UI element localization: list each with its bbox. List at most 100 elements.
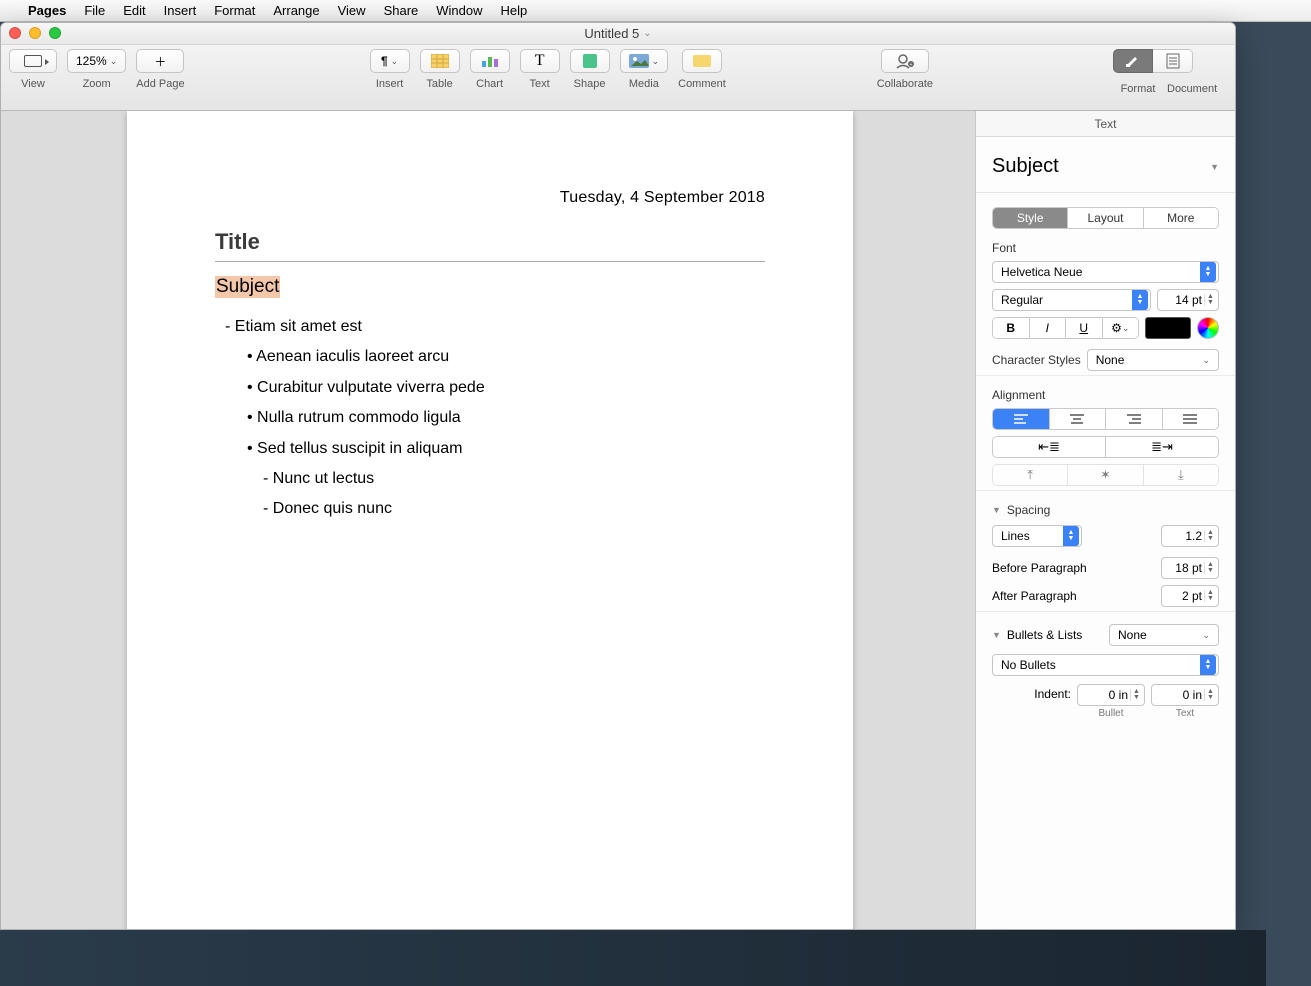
- media-label: Media: [629, 78, 659, 90]
- table-button[interactable]: [420, 49, 460, 73]
- insert-label: Insert: [376, 78, 404, 90]
- insert-button[interactable]: ¶⌄: [370, 49, 410, 73]
- menu-format[interactable]: Format: [214, 3, 255, 18]
- horizontal-alignment: [992, 408, 1219, 430]
- document-button[interactable]: [1153, 49, 1193, 73]
- list-item[interactable]: Nunc ut lectus: [215, 464, 765, 494]
- zoom-label: Zoom: [83, 78, 111, 90]
- text-button[interactable]: T: [520, 49, 560, 73]
- before-paragraph-input[interactable]: 18 pt ▲▼: [1161, 557, 1219, 579]
- text-indent-caption: Text: [1151, 708, 1219, 719]
- align-center-icon: [1069, 413, 1085, 425]
- bullets-mode-select[interactable]: No Bullets ▲▼: [992, 654, 1219, 676]
- spacing-mode-select[interactable]: Lines ▲▼: [992, 525, 1082, 547]
- underline-button[interactable]: U: [1065, 318, 1102, 338]
- menu-edit[interactable]: Edit: [123, 3, 145, 18]
- format-button[interactable]: [1113, 49, 1153, 73]
- macos-menubar: Pages File Edit Insert Format Arrange Vi…: [0, 0, 1311, 22]
- indent-button[interactable]: ≣⇥: [1105, 437, 1218, 457]
- document-title[interactable]: Untitled 5 ⌄: [584, 26, 651, 41]
- menu-share[interactable]: Share: [384, 3, 419, 18]
- align-justify-button[interactable]: [1162, 409, 1219, 429]
- menu-app[interactable]: Pages: [28, 3, 66, 18]
- chart-button[interactable]: [470, 49, 510, 73]
- list-item[interactable]: Curabitur vulputate viverra pede: [215, 373, 765, 403]
- menu-arrange[interactable]: Arrange: [273, 3, 319, 18]
- list-text: Etiam sit amet est: [235, 318, 362, 335]
- subtab-layout[interactable]: Layout: [1067, 208, 1142, 228]
- chevron-down-icon[interactable]: ▼: [1210, 162, 1219, 172]
- list-item[interactable]: Aenean iaculis laoreet arcu: [215, 342, 765, 372]
- text-indent-input[interactable]: 0 in ▲▼: [1151, 684, 1219, 706]
- spacing-value-input[interactable]: 1.2 ▲▼: [1161, 525, 1219, 547]
- font-size-input[interactable]: 14 pt ▲▼: [1157, 289, 1219, 311]
- menu-insert[interactable]: Insert: [164, 3, 197, 18]
- italic-button[interactable]: I: [1029, 318, 1066, 338]
- disclosure-triangle-icon[interactable]: ▼: [992, 630, 1001, 640]
- list-item[interactable]: Nulla rutrum commodo ligula: [215, 403, 765, 433]
- font-weight-select[interactable]: Regular ▲▼: [992, 289, 1151, 311]
- bullet-indent-input[interactable]: 0 in ▲▼: [1077, 684, 1145, 706]
- view-button[interactable]: [9, 49, 57, 73]
- list-item[interactable]: Sed tellus suscipit in aliquam: [215, 434, 765, 464]
- stepper-icon[interactable]: ▲▼: [1204, 530, 1216, 542]
- chevron-down-icon: ⌄: [1202, 630, 1210, 641]
- menu-help[interactable]: Help: [501, 3, 528, 18]
- list-item[interactable]: Etiam sit amet est: [215, 312, 765, 342]
- svg-text:+: +: [909, 62, 912, 68]
- comment-button[interactable]: [682, 49, 722, 73]
- inspector-subtabs: Style Layout More: [992, 207, 1219, 229]
- window-minimize-button[interactable]: [29, 27, 41, 39]
- outdent-button[interactable]: ⇤≣: [993, 437, 1105, 457]
- brush-icon: [1124, 54, 1142, 68]
- window-close-button[interactable]: [9, 27, 21, 39]
- list-text: Aenean iaculis laoreet arcu: [256, 348, 449, 365]
- stepper-icon[interactable]: ▲▼: [1204, 689, 1216, 701]
- stepper-icon[interactable]: ▲▼: [1130, 689, 1142, 701]
- text-indent-value: 0 in: [1183, 688, 1202, 702]
- bullet-indent-value: 0 in: [1109, 688, 1128, 702]
- document-canvas[interactable]: Tuesday, 4 September 2018 Title Subject …: [1, 111, 975, 929]
- document-subject-selected[interactable]: Subject: [215, 276, 280, 298]
- toolbar: View 125%⌄ Zoom ＋ Add Page ¶⌄ Insert Tab…: [1, 45, 1235, 111]
- table-label: Table: [426, 78, 452, 90]
- menu-view[interactable]: View: [338, 3, 366, 18]
- collaborate-button[interactable]: +: [881, 49, 929, 73]
- paragraph-style-name[interactable]: Subject: [992, 155, 1059, 178]
- color-picker-button[interactable]: [1197, 317, 1219, 339]
- add-page-button[interactable]: ＋: [136, 49, 184, 73]
- valign-middle-button[interactable]: ✶: [1067, 465, 1142, 485]
- shape-icon: [583, 54, 597, 68]
- inspector-tab-text[interactable]: Text: [976, 111, 1235, 137]
- align-right-button[interactable]: [1105, 409, 1162, 429]
- zoom-dropdown[interactable]: 125%⌄: [67, 49, 126, 73]
- font-family-select[interactable]: Helvetica Neue ▲▼: [992, 261, 1219, 283]
- text-color-swatch[interactable]: [1145, 317, 1191, 339]
- menu-file[interactable]: File: [84, 3, 105, 18]
- stepper-icon[interactable]: ▲▼: [1204, 562, 1216, 574]
- shape-button[interactable]: [570, 49, 610, 73]
- subtab-more[interactable]: More: [1143, 208, 1218, 228]
- after-paragraph-input[interactable]: 2 pt ▲▼: [1161, 585, 1219, 607]
- text-options-button[interactable]: ⚙︎⌄: [1102, 318, 1139, 338]
- bullets-preset-select[interactable]: None ⌄: [1109, 624, 1219, 646]
- chevron-down-icon: ⌄: [1202, 355, 1210, 366]
- subtab-style[interactable]: Style: [993, 208, 1067, 228]
- stepper-icon[interactable]: ▲▼: [1204, 294, 1216, 306]
- spacing-label: Spacing: [1007, 503, 1050, 517]
- align-center-button[interactable]: [1049, 409, 1106, 429]
- media-button[interactable]: ⌄: [620, 49, 669, 73]
- list-text: Nunc ut lectus: [273, 470, 374, 487]
- document-heading-title[interactable]: Title: [215, 229, 765, 255]
- window-zoom-button[interactable]: [49, 27, 61, 39]
- stepper-icon[interactable]: ▲▼: [1204, 590, 1216, 602]
- menu-window[interactable]: Window: [436, 3, 482, 18]
- disclosure-triangle-icon[interactable]: ▼: [992, 505, 1001, 515]
- titlebar: Untitled 5 ⌄: [1, 23, 1235, 45]
- valign-top-button[interactable]: ⤒: [993, 465, 1067, 485]
- valign-bottom-button[interactable]: ⤓: [1143, 465, 1218, 485]
- list-item[interactable]: Donec quis nunc: [215, 494, 765, 524]
- align-left-button[interactable]: [993, 409, 1049, 429]
- bold-button[interactable]: B: [993, 318, 1029, 338]
- character-styles-select[interactable]: None ⌄: [1087, 349, 1219, 371]
